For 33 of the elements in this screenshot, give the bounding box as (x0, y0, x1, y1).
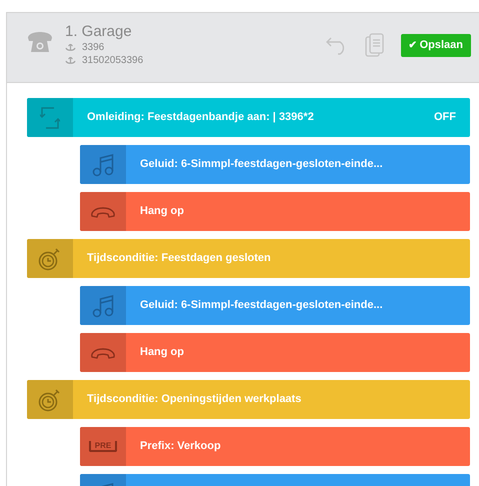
step-label: Omleiding: Feestdagenbandje aan: | 3396*2 (87, 110, 314, 126)
flow-step[interactable]: Omleiding: Feestdagenbandje aan: | 3396*2 OFF (27, 98, 470, 137)
step-label: Prefix: Verkoop (140, 439, 221, 454)
step-label: Geluid: 6-Simmpl-feestdagen-gesloten-einde... (140, 157, 383, 172)
document-icon[interactable] (364, 33, 385, 57)
flow-step[interactable]: Hang op (80, 192, 470, 231)
music-note-icon (91, 152, 115, 176)
extension-title: 1. Garage (65, 23, 133, 41)
forward-icon (65, 56, 76, 64)
flow-step[interactable]: Geluid: 6-Simmpl-feestdagen-gesloten-einde... (80, 286, 470, 325)
step-label: Geluid: 6-Simmpl-feestdagen-gesloten-einde... (140, 298, 383, 314)
step-label: Hang op (140, 204, 184, 220)
step-label: Hang op (140, 345, 184, 360)
flow-step[interactable]: Geluid: 6-Simmpl-feestdagen-gesloten-einde... (80, 145, 470, 184)
redirect-arrows-icon (40, 106, 60, 130)
phone-number: 3396 (82, 41, 104, 55)
save-button[interactable]: ✔ Opslaan (400, 34, 471, 56)
stopwatch-icon (38, 388, 62, 412)
step-label: Tijdsconditie: Feestdagen gesloten (87, 251, 271, 266)
flow-step[interactable]: Tijdsconditie: Openingstijden werkplaats (27, 380, 470, 419)
music-note-icon (91, 294, 115, 318)
prefix-icon: PRE (88, 441, 118, 452)
flow-step[interactable]: Hang op (80, 333, 470, 372)
status-label: OFF (434, 110, 456, 126)
flow-step[interactable]: Tijdsconditie: Feestdagen gesloten (27, 239, 470, 278)
phone-number: 31502053396 (82, 54, 144, 68)
stopwatch-icon (38, 246, 62, 270)
step-label: Tijdsconditie: Openingstijden werkplaats (87, 392, 302, 408)
hang-up-icon (90, 346, 116, 358)
hang-up-icon (90, 206, 116, 218)
telephone-icon (27, 31, 53, 53)
forward-icon (65, 44, 76, 52)
flow-step[interactable]: PRE Prefix: Verkoop (80, 427, 470, 466)
